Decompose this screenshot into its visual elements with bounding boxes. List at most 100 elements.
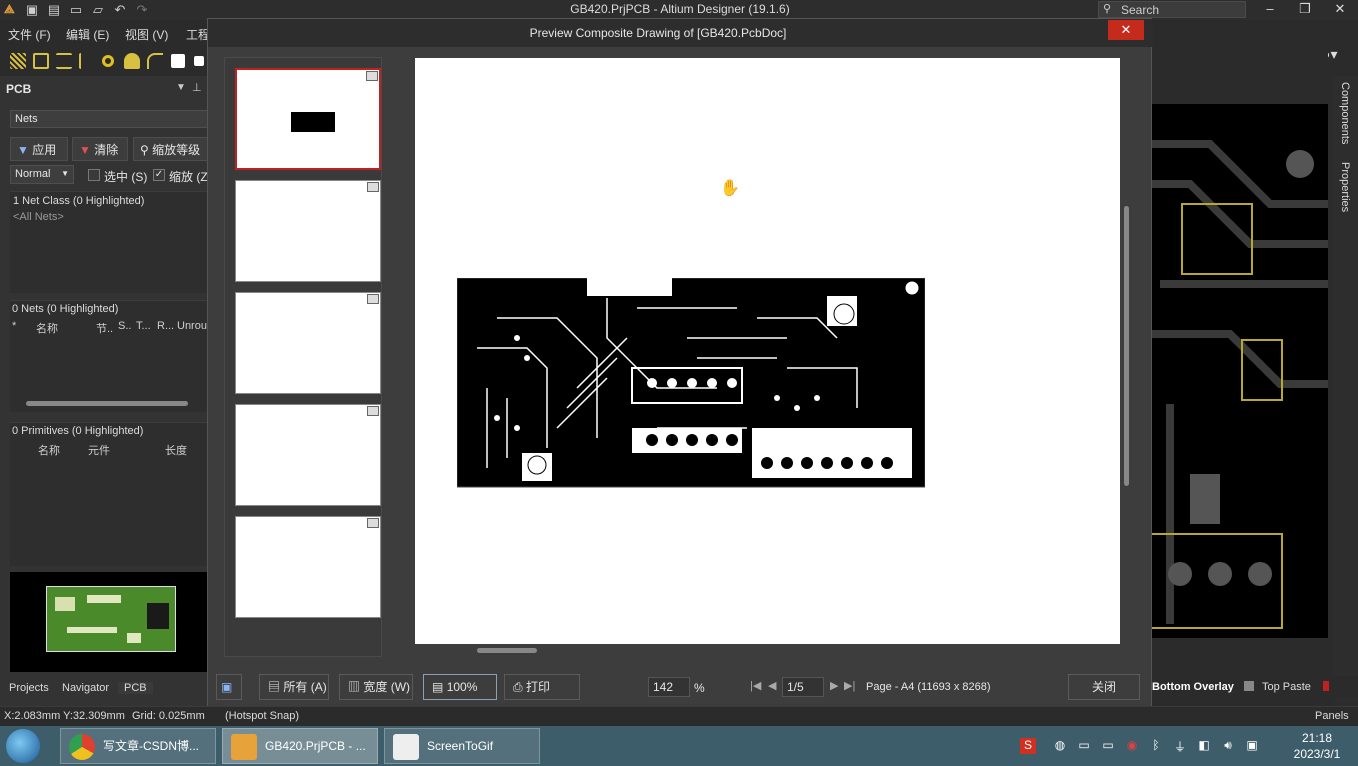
network-icon[interactable]: ▣ — [1244, 738, 1260, 754]
nets-col-t[interactable]: T... — [136, 320, 151, 332]
page-thumbnail-1[interactable] — [235, 68, 381, 170]
nets-col-unrouted[interactable]: Unrou — [177, 320, 207, 332]
panels-button[interactable]: Panels — [1315, 710, 1349, 722]
tab-properties[interactable]: Properties — [1339, 162, 1351, 212]
print-button[interactable]: ⎙ 打印 (P)... — [504, 674, 580, 718]
tab-pcb[interactable]: PCB — [118, 682, 153, 694]
next-page-icon[interactable]: ▶ — [830, 679, 838, 692]
ime-icon[interactable]: S — [1020, 738, 1036, 754]
volume-icon[interactable]: 🔊︎ — [1220, 738, 1236, 754]
multi-route-icon[interactable] — [79, 53, 95, 69]
normal-select[interactable]: Normal ▼ — [10, 165, 74, 184]
hscroll-thumb[interactable] — [477, 648, 537, 653]
task-altium[interactable]: GB420.PrjPCB - ... — [222, 728, 378, 764]
fit-all-button[interactable]: ▤ 所有 (A) — [259, 674, 329, 700]
tab-components[interactable]: Components — [1339, 82, 1351, 144]
preview-vscrollbar[interactable] — [1121, 58, 1133, 644]
pcb-canvas[interactable] — [1150, 104, 1328, 638]
open-icon[interactable]: ▭ — [68, 2, 84, 18]
mode-select[interactable]: Nets — [10, 110, 208, 128]
menu-view[interactable]: 视图 (V) — [125, 26, 168, 43]
monitor-icon[interactable]: ▭ — [1076, 738, 1092, 754]
arc-icon[interactable] — [147, 53, 163, 69]
task-screentogif[interactable]: ScreenToGif — [384, 728, 540, 764]
dialog-close-button[interactable]: ✕ — [1108, 20, 1144, 40]
primitives-list[interactable]: 0 Primitives (0 Highlighted) 名称 元件 长度 — [10, 422, 208, 566]
prim-col-component[interactable]: 元件 — [88, 442, 110, 458]
prim-col-length[interactable]: 长度 — [165, 442, 187, 458]
network-globe-icon[interactable]: ◍ — [1052, 738, 1068, 754]
page-icon — [367, 518, 379, 528]
fit-width-button[interactable]: ▥ 宽度 (W) — [339, 674, 413, 700]
nets-col-s[interactable]: S.. — [118, 320, 131, 332]
nets-col-name[interactable]: 名称 — [36, 320, 58, 336]
next-layer-swatch[interactable] — [1323, 681, 1329, 691]
net-class-list[interactable]: 1 Net Class (0 Highlighted) <All Nets> — [10, 191, 208, 293]
page-icon — [367, 182, 379, 192]
fill-icon[interactable] — [171, 54, 185, 68]
nets-col-r[interactable]: R... — [157, 320, 174, 332]
first-page-icon[interactable]: |◀ — [750, 679, 761, 692]
prev-page-icon[interactable]: ◀ — [768, 679, 776, 692]
vscroll-thumb[interactable] — [1124, 206, 1129, 486]
close-button[interactable]: ✕ — [1322, 0, 1358, 20]
layer-tab-top-paste[interactable]: Top Paste — [1262, 681, 1311, 693]
page-thumbnail-4[interactable] — [235, 404, 381, 506]
save-icon[interactable]: ▣ — [24, 2, 40, 18]
usb-icon[interactable]: ⏚ — [1172, 738, 1188, 754]
task-chrome[interactable]: 写文章-CSDN博... — [60, 728, 216, 764]
preview-hscrollbar[interactable] — [415, 644, 1120, 656]
save-all-icon[interactable]: ▤ — [46, 2, 62, 18]
nvidia-icon[interactable]: ◧ — [1196, 738, 1212, 754]
maximize-button[interactable]: ❐ — [1287, 0, 1323, 20]
last-page-icon[interactable]: ▶| — [844, 679, 855, 692]
select-checkbox[interactable] — [88, 169, 100, 181]
hand-cursor-icon: ✋ — [720, 180, 740, 197]
search-input[interactable]: ⚲ Search — [1098, 1, 1246, 18]
bluetooth-icon[interactable]: ᛒ — [1148, 738, 1164, 754]
clear-button[interactable]: ▼ 清除 — [72, 137, 128, 161]
apply-button[interactable]: ▼ 应用 — [10, 137, 68, 161]
display-icon[interactable]: ▭ — [1100, 738, 1116, 754]
via-icon[interactable] — [102, 55, 114, 67]
view-options-button[interactable]: ▣ — [216, 674, 242, 700]
page-thumbnail-2[interactable] — [235, 180, 381, 282]
redo-icon[interactable]: ↷ — [134, 2, 150, 18]
tab-navigator[interactable]: Navigator — [62, 682, 109, 694]
menu-edit[interactable]: 编辑 (E) — [66, 26, 109, 43]
prim-col-name[interactable]: 名称 — [38, 442, 60, 458]
select-checkbox-label: 选中 (S) — [104, 170, 148, 184]
tab-projects[interactable]: Projects — [9, 682, 49, 694]
zoom-100-button[interactable]: ▤ 100% — [423, 674, 497, 700]
region-icon[interactable] — [194, 56, 204, 66]
nets-col-nodes[interactable]: 节.. — [96, 320, 113, 336]
route-icon[interactable] — [33, 53, 49, 69]
nets-list[interactable]: 0 Nets (0 Highlighted) * 名称 节.. S.. T...… — [10, 300, 208, 412]
minimize-button[interactable]: – — [1252, 0, 1288, 20]
zoom-checkbox[interactable]: ✓ — [153, 169, 165, 181]
window-title: GB420.PrjPCB - Altium Designer (19.1.6) — [570, 2, 790, 16]
print-preview-area[interactable]: ✋ — [415, 58, 1120, 644]
page-input[interactable]: 1/5 — [782, 677, 824, 697]
page-thumbnail-3[interactable] — [235, 292, 381, 394]
filter-icon[interactable] — [10, 53, 26, 69]
open-project-icon[interactable]: ▱ — [90, 2, 106, 18]
system-clock[interactable]: 21:18 2023/3/1 — [1280, 730, 1354, 762]
start-button[interactable] — [6, 729, 40, 763]
close-dialog-button[interactable]: 关闭 — [1068, 674, 1140, 700]
security-icon[interactable]: ◉ — [1124, 738, 1140, 754]
net-class-item[interactable]: <All Nets> — [13, 211, 64, 223]
pcb-mini-viewer[interactable] — [10, 572, 208, 672]
nets-hscrollbar[interactable] — [26, 401, 188, 406]
page-thumbnail-5[interactable] — [235, 516, 381, 618]
pad-icon[interactable] — [124, 53, 140, 69]
undo-icon[interactable]: ↶ — [112, 2, 128, 18]
menu-file[interactable]: 文件 (F) — [8, 26, 51, 43]
panel-menu-icon[interactable]: ▼ — [176, 82, 186, 93]
layer-tab-bottom-overlay[interactable]: Bottom Overlay — [1152, 681, 1234, 693]
zoom-input[interactable]: 142 — [648, 677, 690, 697]
nets-col-star[interactable]: * — [12, 320, 16, 332]
pin-icon[interactable]: ⊥ — [192, 81, 202, 94]
zoom-level-button[interactable]: ⚲ 缩放等级 — [133, 137, 210, 161]
diff-pair-icon[interactable] — [56, 53, 72, 69]
